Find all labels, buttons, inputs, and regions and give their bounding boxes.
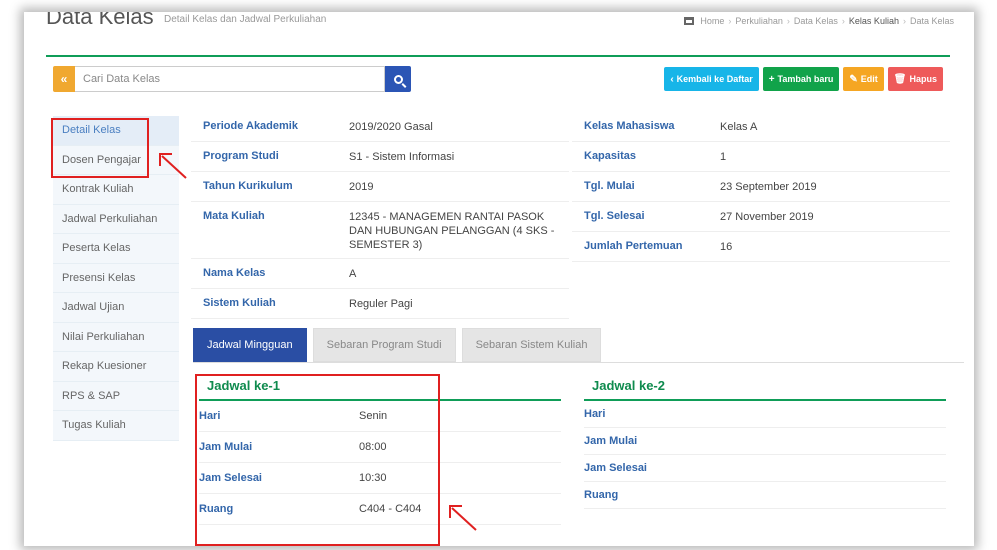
schedule-label: Jam Mulai [584, 435, 638, 447]
pencil-icon: ✎ [849, 73, 858, 85]
tab-sebaran-sistem-kuliah[interactable]: Sebaran Sistem Kuliah [461, 328, 602, 362]
detail-row: Nama Kelas A [191, 259, 569, 289]
add-new-label: Tambah baru [777, 74, 834, 84]
detail-label: Tgl. Selesai [584, 210, 645, 222]
detail-row: Periode Akademik 2019/2020 Gasal [191, 112, 569, 142]
annotation-arrow-icon [449, 505, 477, 531]
schedule-panel-2: Jadwal ke-2 Hari Jam Mulai Jam Selesai R… [584, 372, 946, 509]
detail-value: 16 [720, 241, 733, 253]
detail-row: Program Studi S1 - Sistem Informasi [191, 142, 569, 172]
breadcrumb-separator: › [728, 16, 732, 26]
sidebar-item-peserta-kelas[interactable]: Peserta Kelas [53, 234, 179, 264]
breadcrumb-separator: › [786, 16, 790, 26]
edit-label: Edit [860, 74, 878, 84]
sidebar-item-presensi-kelas[interactable]: Presensi Kelas [53, 263, 179, 293]
detail-value: A [349, 268, 357, 280]
delete-label: Hapus [909, 74, 937, 84]
collapse-sidebar-button[interactable]: « [53, 66, 75, 92]
schedule-row: Ruang [584, 482, 946, 509]
breadcrumb-current: Data Kelas [909, 16, 954, 26]
sidebar-item-jadwal-ujian[interactable]: Jadwal Ujian [53, 293, 179, 323]
detail-row: Tgl. Mulai 23 September 2019 [572, 172, 950, 202]
detail-value: 2019/2020 Gasal [349, 121, 433, 133]
toolbar: ‹ Kembali ke Daftar + Tambah baru ✎ Edit… [664, 67, 943, 91]
app-window: Data Kelas Detail Kelas dan Jadwal Perku… [24, 12, 974, 546]
search-bar: « [53, 66, 411, 92]
detail-value: Reguler Pagi [349, 298, 413, 310]
detail-row: Tahun Kurikulum 2019 [191, 172, 569, 202]
detail-label: Kelas Mahasiswa [584, 120, 675, 132]
page-title: Data Kelas [46, 12, 154, 29]
annotation-box-sidebar [51, 118, 149, 178]
schedule-row: Jam Selesai [584, 455, 946, 482]
home-icon [684, 17, 695, 25]
detail-label: Program Studi [203, 150, 279, 162]
detail-label: Tgl. Mulai [584, 180, 635, 192]
annotation-box-schedule [195, 374, 440, 546]
detail-table-left: Periode Akademik 2019/2020 Gasal Program… [191, 112, 569, 319]
detail-row: Sistem Kuliah Reguler Pagi [191, 289, 569, 319]
search-button[interactable] [385, 66, 411, 92]
tab-divider [193, 362, 964, 363]
sidebar-item-tugas-kuliah[interactable]: Tugas Kuliah [53, 411, 179, 441]
detail-row: Tgl. Selesai 27 November 2019 [572, 202, 950, 232]
schedule-label: Hari [584, 408, 606, 420]
detail-label: Mata Kuliah [203, 210, 265, 222]
detail-value: Kelas A [720, 121, 758, 133]
detail-row: Kelas Mahasiswa Kelas A [572, 112, 950, 142]
sidebar-item-jadwal-perkuliahan[interactable]: Jadwal Perkuliahan [53, 204, 179, 234]
detail-value: 23 September 2019 [720, 181, 817, 193]
tab-bar: Jadwal Mingguan Sebaran Program Studi Se… [193, 328, 602, 362]
detail-label: Jumlah Pertemuan [584, 240, 683, 252]
page-header: Data Kelas Detail Kelas dan Jadwal Perku… [46, 12, 954, 56]
sidebar-item-nilai-perkuliahan[interactable]: Nilai Perkuliahan [53, 322, 179, 352]
detail-label: Nama Kelas [203, 267, 266, 279]
header-divider [46, 55, 950, 57]
tab-sebaran-program-studi[interactable]: Sebaran Program Studi [312, 328, 456, 362]
breadcrumb-separator: › [841, 16, 845, 26]
annotation-arrow-icon [159, 153, 187, 179]
detail-label: Kapasitas [584, 150, 636, 162]
detail-value: S1 - Sistem Informasi [349, 151, 455, 163]
detail-label: Periode Akademik [203, 120, 298, 132]
detail-label: Sistem Kuliah [203, 297, 276, 309]
breadcrumb: Home › Perkuliahan › Data Kelas › Kelas … [684, 16, 954, 26]
breadcrumb-home[interactable]: Home [700, 16, 724, 26]
schedule-row: Jam Mulai [584, 428, 946, 455]
delete-button[interactable]: 🗑 Hapus [887, 67, 943, 91]
edit-button[interactable]: ✎ Edit [843, 67, 884, 91]
add-new-button[interactable]: + Tambah baru [762, 67, 840, 91]
back-to-list-button[interactable]: ‹ Kembali ke Daftar [664, 67, 759, 91]
detail-value: 12345 - MANAGEMEN RANTAI PASOK DAN HUBUN… [349, 211, 555, 251]
page-subtitle: Detail Kelas dan Jadwal Perkuliahan [164, 14, 327, 25]
sidebar-item-rps-sap[interactable]: RPS & SAP [53, 381, 179, 411]
search-input[interactable] [75, 66, 385, 92]
chevron-left-icon: ‹ [670, 73, 674, 85]
schedule-label: Jam Selesai [584, 462, 647, 474]
sidebar-item-rekap-kuesioner[interactable]: Rekap Kuesioner [53, 352, 179, 382]
schedule-label: Ruang [584, 489, 619, 501]
plus-icon: + [768, 73, 775, 85]
detail-table-right: Kelas Mahasiswa Kelas A Kapasitas 1 Tgl.… [572, 112, 950, 262]
detail-row: Mata Kuliah 12345 - MANAGEMEN RANTAI PAS… [191, 202, 569, 259]
detail-row: Kapasitas 1 [572, 142, 950, 172]
breadcrumb-separator: › [902, 16, 906, 26]
detail-label: Tahun Kurikulum [203, 180, 293, 192]
search-icon [393, 74, 403, 84]
back-to-list-label: Kembali ke Daftar [676, 74, 753, 84]
detail-value: 27 November 2019 [720, 211, 814, 223]
breadcrumb-kelas-kuliah[interactable]: Kelas Kuliah [849, 16, 899, 26]
breadcrumb-data-kelas[interactable]: Data Kelas [794, 16, 838, 26]
detail-value: 2019 [349, 181, 374, 193]
detail-value: 1 [720, 151, 727, 163]
breadcrumb-perkuliahan[interactable]: Perkuliahan [735, 16, 783, 26]
schedule-title: Jadwal ke-2 [584, 372, 946, 401]
tab-jadwal-mingguan[interactable]: Jadwal Mingguan [193, 328, 307, 362]
detail-row: Jumlah Pertemuan 16 [572, 232, 950, 262]
schedule-row: Hari [584, 401, 946, 428]
trash-icon: 🗑 [893, 73, 907, 85]
